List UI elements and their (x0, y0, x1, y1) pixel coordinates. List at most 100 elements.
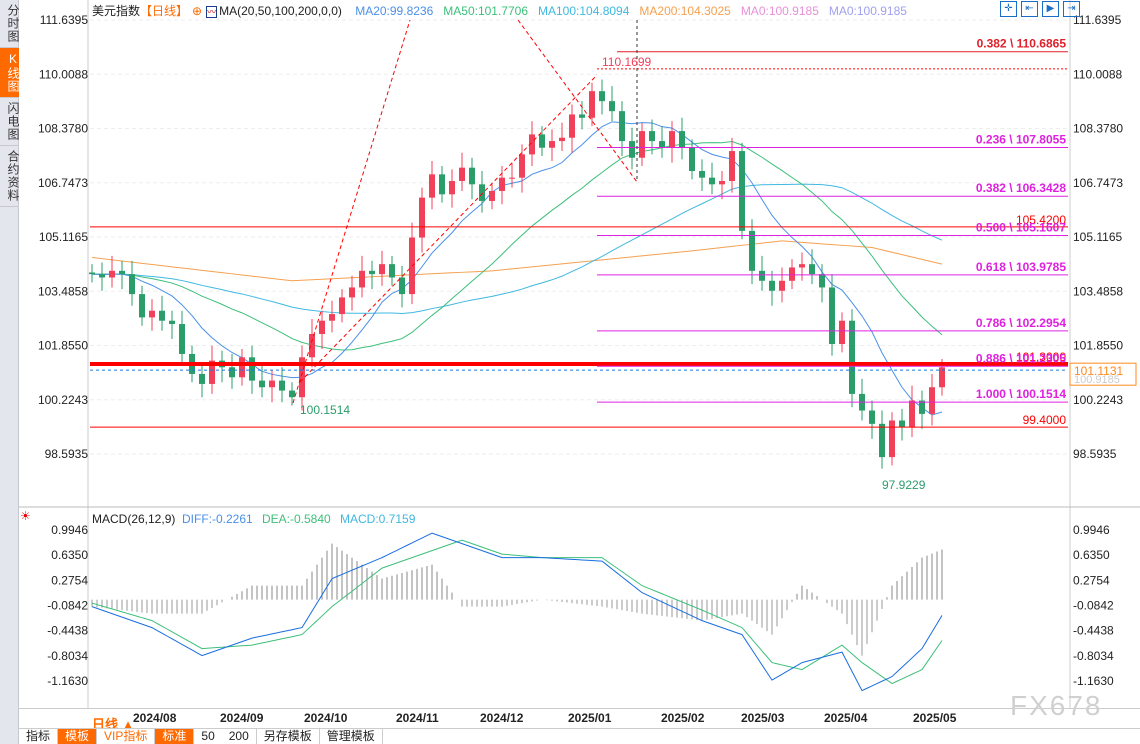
candle-body (649, 131, 655, 142)
candle-body (469, 167, 475, 185)
candle-body (629, 141, 635, 158)
y-tick-label-right: 111.6395 (1073, 13, 1122, 27)
candle-body (289, 390, 295, 398)
macd-value-label: MACD:0.7159 (340, 512, 416, 526)
macd-tick-left: -0.0842 (47, 599, 88, 613)
tab-vip-indicators[interactable]: VIP指标 (97, 729, 156, 744)
ma-value-label: MA50:101.7706 (443, 4, 528, 18)
ma-200-button[interactable]: 200 (222, 729, 257, 744)
candle-body (129, 274, 135, 295)
period-label[interactable]: 【日线】 (140, 4, 188, 18)
ma-value-label: MA100:104.8094 (538, 4, 630, 18)
macd-tick-left: 0.6350 (51, 548, 88, 562)
dea-line (91, 539, 943, 685)
candle-body (829, 287, 835, 345)
chart-tools: ✛ ⇤ ▶ ⇥ (1000, 1, 1080, 17)
candle-body (119, 270, 125, 275)
candle-body (579, 114, 585, 118)
tab-indicators[interactable]: 指标 (19, 729, 59, 744)
bottom-toolbar: 指标 模板 VIP指标 标准 50 200 另存模板 管理模板 (19, 728, 1140, 744)
crosshair-icon[interactable]: ✛ (1000, 1, 1017, 17)
candle-body (89, 272, 95, 275)
candle-body (569, 114, 575, 138)
diff-line (91, 532, 943, 692)
candle-body (309, 334, 315, 358)
high-annotation: 110.1699 (602, 55, 651, 69)
candle-body (329, 314, 335, 321)
ma-value-label: MA0:100.9185 (740, 4, 819, 18)
ma-value-label: MA0:100.9185 (828, 4, 907, 18)
instrument-title: 美元指数 (92, 4, 141, 18)
macd-tick-right: 0.6350 (1073, 548, 1110, 562)
date-axis (19, 708, 1140, 728)
candle-body (589, 91, 595, 118)
candle-body (149, 310, 155, 318)
candle-body (229, 367, 235, 378)
macd-tick-right: 0.2754 (1073, 573, 1110, 587)
candle-body (659, 141, 665, 148)
candle-body (789, 267, 795, 281)
candle-body (689, 147, 695, 172)
y-tick-label-right: 103.4858 (1073, 284, 1123, 298)
ma100-line (91, 183, 943, 315)
candle-body (369, 270, 375, 275)
y-tick-label-right: 105.1165 (1073, 230, 1122, 244)
manage-templates-button[interactable]: 管理模板 (320, 729, 383, 744)
candle-body (379, 264, 385, 275)
candle-body (429, 174, 435, 198)
candle-body (809, 264, 815, 275)
candle-body (599, 91, 605, 102)
y-tick-label-left: 103.4858 (38, 284, 88, 298)
candle-body (669, 131, 675, 148)
tab-templates[interactable]: 模板 (58, 729, 98, 744)
macd-tick-left: 0.9946 (51, 523, 88, 537)
y-tick-label-right: 100.2243 (1073, 393, 1123, 407)
candle-body (519, 154, 525, 178)
candle-body (559, 137, 565, 142)
candle-body (139, 294, 145, 318)
candle-body (389, 264, 395, 278)
candle-body (509, 177, 515, 179)
play-step-icon[interactable]: ▶ (1042, 1, 1059, 17)
candle-body (169, 320, 175, 325)
candle-body (239, 357, 245, 378)
macd-tick-left: 0.2754 (51, 573, 88, 587)
tab-standard[interactable]: 标准 (155, 729, 195, 744)
zoom-range-icon[interactable]: ⇤ (1021, 1, 1038, 17)
candle-body (909, 400, 915, 428)
candle-body (179, 324, 185, 354)
y-tick-label-left: 106.7473 (38, 176, 88, 190)
ma-value-label: MA200:104.3025 (639, 4, 731, 18)
y-tick-label-right: 110.0088 (1073, 67, 1122, 81)
current-price-label: 101.1131 (1074, 364, 1123, 378)
macd-tick-left: -1.1630 (47, 674, 88, 688)
candle-body (929, 387, 935, 414)
candle-body (259, 380, 265, 388)
hline-label: 99.4000 (1023, 413, 1067, 427)
save-template-button[interactable]: 另存模板 (257, 729, 320, 744)
candle-body (759, 270, 765, 281)
candle-body (839, 320, 845, 345)
ma-params[interactable]: MA(20,50,100,200,0,0) (219, 4, 342, 18)
candle-body (769, 280, 775, 291)
candle-body (479, 184, 485, 201)
candle-body (699, 171, 705, 178)
macd-tick-right: 0.9946 (1073, 523, 1110, 537)
ma-indicator-icon[interactable]: 〰 (206, 6, 218, 18)
y-tick-label-right: 98.5935 (1073, 447, 1117, 461)
y-tick-label-left: 110.0088 (39, 67, 88, 81)
candle-body (489, 190, 495, 201)
candle-body (399, 277, 405, 295)
candle-body (709, 177, 715, 185)
y-tick-label-left: 105.1165 (39, 230, 88, 244)
fib-level-label: 0.500 \ 105.1607 (976, 221, 1066, 235)
macd-tick-left: -0.4438 (47, 624, 88, 638)
ma-value-label: MA20:99.8236 (355, 4, 434, 18)
goto-end-icon[interactable]: ⇥ (1063, 1, 1080, 17)
y-tick-label-left: 100.2243 (38, 393, 88, 407)
watermark: FX678 (1010, 690, 1103, 721)
ma-50-button[interactable]: 50 (194, 729, 221, 744)
price-chart[interactable]: 111.6395 111.6395 110.0088 110.0088 108.3780… (0, 0, 1140, 744)
add-icon[interactable]: ⊕ (192, 4, 202, 18)
candle-body (739, 151, 745, 231)
